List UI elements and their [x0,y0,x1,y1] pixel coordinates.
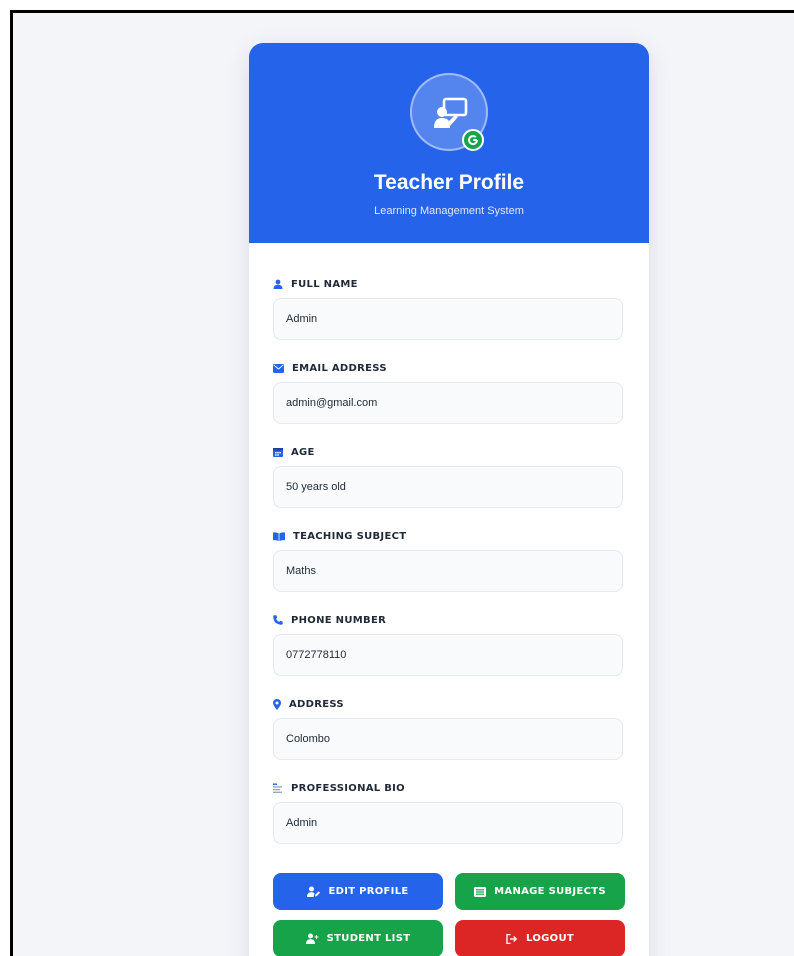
student-list-button[interactable]: STUDENT LIST [273,920,443,956]
user-icon [273,279,283,289]
list-box-icon [474,886,487,897]
profile-header: Teacher Profile Learning Management Syst… [249,43,649,243]
student-list-label: STUDENT LIST [326,933,411,944]
field-age: AGE 50 years old [273,444,625,528]
teacher-board-icon [434,97,468,128]
profile-card: Teacher Profile Learning Management Syst… [249,43,649,956]
field-label-text: ADDRESS [289,698,344,710]
phone-value: 0772778110 [273,634,623,676]
field-label-age: AGE [273,444,625,460]
field-label-text: PHONE NUMBER [291,614,387,626]
field-label-email: EMAIL ADDRESS [273,360,625,376]
field-label-text: TEACHING SUBJECT [293,530,407,542]
field-label-text: AGE [291,446,315,458]
field-label-phone: PHONE NUMBER [273,612,625,628]
page-title: Teacher Profile [373,171,525,194]
field-label-text: PROFESSIONAL BIO [291,782,405,794]
professional-bio-value: Admin [273,802,623,844]
action-buttons: EDIT PROFILE MANAGE SUBJECTS STUDENT LIS… [273,873,625,956]
field-phone: PHONE NUMBER 0772778110 [273,612,625,696]
edit-profile-button[interactable]: EDIT PROFILE [273,873,443,910]
age-value: 50 years old [273,466,623,508]
verified-badge [462,129,484,151]
phone-icon [273,615,283,625]
calendar-icon [273,448,283,457]
user-plus-icon [305,933,319,944]
field-label-text: FULL NAME [291,278,358,290]
field-address: ADDRESS Colombo [273,696,625,780]
field-label-full-name: FULL NAME [273,276,625,292]
field-label-professional-bio: PROFESSIONAL BIO [273,780,625,796]
avatar [410,73,488,151]
envelope-icon [273,363,284,373]
logout-label: LOGOUT [526,933,574,944]
field-label-teaching-subject: TEACHING SUBJECT [273,528,625,544]
page-subtitle: Learning Management System [374,205,524,217]
user-edit-icon [307,886,321,897]
sign-out-icon [506,933,518,944]
field-email: EMAIL ADDRESS admin@gmail.com [273,360,625,444]
email-value: admin@gmail.com [273,382,623,424]
edit-profile-label: EDIT PROFILE [328,886,409,897]
field-teaching-subject: TEACHING SUBJECT Maths [273,528,625,612]
text-align-icon [273,783,282,793]
map-pin-icon [273,698,281,710]
field-full-name: FULL NAME Admin [273,276,625,360]
google-g-icon [468,135,479,146]
address-value: Colombo [273,718,623,760]
profile-fields: FULL NAME Admin EMAIL ADDRESS admin@gmai… [249,243,649,864]
book-open-icon [273,531,285,541]
teaching-subject-value: Maths [273,550,623,592]
manage-subjects-label: MANAGE SUBJECTS [494,886,606,897]
page-background: Teacher Profile Learning Management Syst… [10,10,794,956]
full-name-value: Admin [273,298,623,340]
manage-subjects-button[interactable]: MANAGE SUBJECTS [455,873,625,910]
field-professional-bio: PROFESSIONAL BIO Admin [273,780,625,864]
field-label-address: ADDRESS [273,696,625,712]
logout-button[interactable]: LOGOUT [455,920,625,956]
field-label-text: EMAIL ADDRESS [292,362,387,374]
